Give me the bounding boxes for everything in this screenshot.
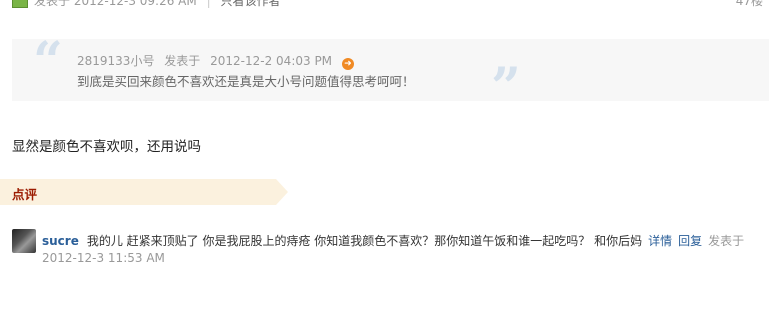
- open-quote-icon: “: [33, 31, 63, 92]
- online-status-icon: [12, 0, 28, 8]
- only-author-link[interactable]: 只看该作者: [220, 0, 280, 8]
- post-timestamp: 2012-12-3 09:26 AM: [73, 0, 197, 8]
- comment-bar-background: [0, 179, 288, 205]
- post-meta: 发表于 2012-12-3 09:26 AM | 只看该作者: [34, 0, 280, 9]
- quote-posted-label: 发表于: [164, 54, 201, 68]
- avatar[interactable]: [12, 229, 36, 253]
- comment-text: 我的儿 赶紧来顶贴了 你是我屁股上的痔疮 你知道我颜色不喜欢？那你知道午饭和谁一…: [86, 234, 643, 248]
- posted-label: 发表于: [34, 0, 71, 8]
- reply-text: 显然是颜色不喜欢呗，还用说吗: [12, 139, 201, 155]
- comment-section-bar: [0, 179, 290, 205]
- comment-username[interactable]: sucre: [42, 234, 79, 248]
- comment-item: sucre 我的儿 赶紧来顶贴了 你是我屁股上的痔疮 你知道我颜色不喜欢？那你知道…: [42, 232, 744, 249]
- reply-link[interactable]: 回复: [678, 234, 702, 248]
- quote-text: 到底是买回来颜色不喜欢还是真是大小号问题值得思考呵呵！: [77, 74, 415, 89]
- jump-arrow-icon[interactable]: ➜: [341, 58, 354, 70]
- post-header: 发表于 2012-12-3 09:26 AM | 只看该作者 47楼: [0, 0, 769, 10]
- quote-block: [12, 39, 769, 101]
- detail-link[interactable]: 详情: [648, 234, 672, 248]
- floor-number[interactable]: 47楼: [736, 0, 763, 9]
- quote-timestamp: 2012-12-2 04:03 PM: [210, 54, 333, 68]
- quote-author: 2819133小号: [77, 54, 155, 68]
- close-quote-icon: ”: [491, 57, 521, 118]
- quote-meta: 2819133小号 发表于 2012-12-2 04:03 PM ➜: [77, 52, 360, 70]
- comment-timestamp: 2012-12-3 11:53 AM: [42, 251, 165, 265]
- comment-section-title: 点评: [12, 187, 38, 202]
- meta-divider: |: [206, 0, 211, 8]
- comment-posted-label: 发表于: [708, 234, 745, 248]
